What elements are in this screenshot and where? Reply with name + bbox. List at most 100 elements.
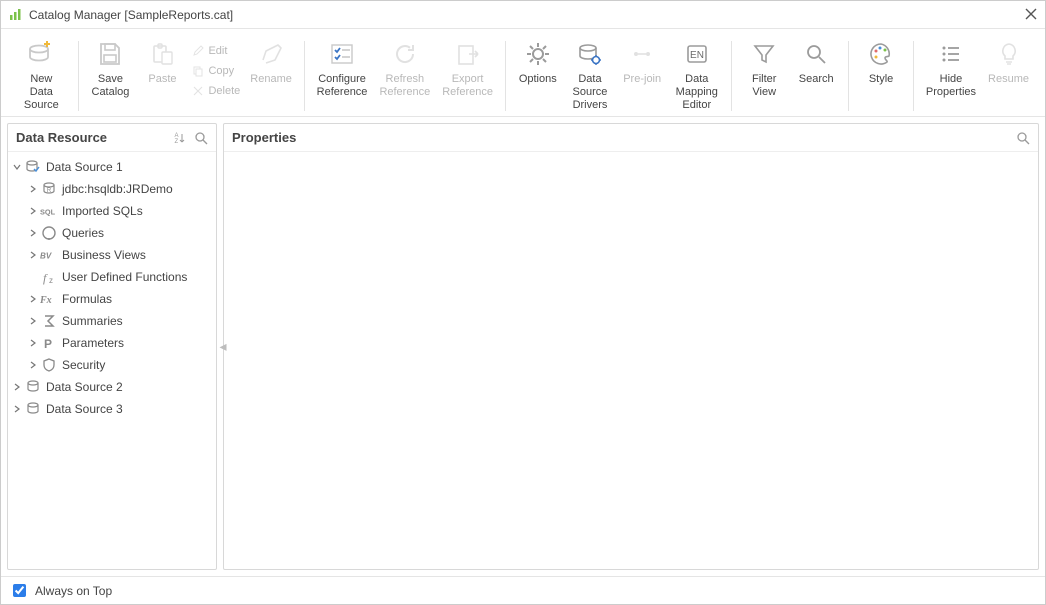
tree-node-summaries[interactable]: Summaries [8, 310, 216, 332]
configure-reference-button[interactable]: Configure Reference [311, 35, 374, 101]
expand-toggle[interactable] [26, 248, 40, 262]
rename-icon [256, 39, 286, 69]
properties-body [224, 152, 1038, 569]
filter-view-label: Filter View [752, 73, 776, 99]
mapping-icon: EN [682, 39, 712, 69]
tree-node-parameters[interactable]: P Parameters [8, 332, 216, 354]
filter-view-button[interactable]: Filter View [738, 35, 790, 101]
always-on-top-checkbox[interactable] [13, 584, 26, 597]
node-label: Business Views [62, 248, 146, 262]
export-icon [453, 39, 483, 69]
hide-properties-label: Hide Properties [926, 73, 976, 99]
data-source-drivers-button[interactable]: Data Source Drivers [564, 35, 616, 114]
svg-text:Z: Z [175, 139, 179, 145]
node-label: Data Source 2 [46, 380, 123, 394]
tree-node-queries[interactable]: Queries [8, 222, 216, 244]
node-label: Security [62, 358, 105, 372]
data-resource-title: Data Resource [16, 130, 166, 145]
delete-button: Delete [188, 81, 244, 101]
hide-properties-button[interactable]: Hide Properties [920, 35, 982, 101]
tree-node-security[interactable]: Security [8, 354, 216, 376]
expand-toggle[interactable] [26, 204, 40, 218]
new-data-source-button[interactable]: New Data Source [11, 35, 72, 114]
statusbar: Always on Top [1, 576, 1045, 604]
node-label: Formulas [62, 292, 112, 306]
save-icon [95, 39, 125, 69]
tree-node-user-defined-functions[interactable]: fz User Defined Functions [8, 266, 216, 288]
main-area: Data Resource A Z [1, 117, 1045, 576]
search-icon [801, 39, 831, 69]
gear-icon [523, 39, 553, 69]
edit-button: Edit [188, 41, 244, 61]
sort-button[interactable]: A Z [170, 129, 188, 147]
resource-tree[interactable]: Data Source 1 R jdbc:hsqldb:JRDemo SQL I… [8, 152, 216, 569]
svg-text:z: z [49, 276, 53, 285]
data-mapping-editor-label: Data Mapping Editor [674, 73, 719, 112]
tree-node-data-source-1[interactable]: Data Source 1 [8, 156, 216, 178]
edit-label: Edit [208, 45, 227, 57]
expand-toggle[interactable] [26, 336, 40, 350]
options-button[interactable]: Options [512, 35, 564, 88]
expand-toggle[interactable] [10, 160, 24, 174]
tree-node-business-views[interactable]: BV Business Views [8, 244, 216, 266]
toolbar: New Data Source Save Catalog [1, 29, 1045, 117]
jdbc-icon: R [40, 180, 58, 198]
save-catalog-button[interactable]: Save Catalog [84, 35, 136, 101]
checklist-icon [327, 39, 357, 69]
tree-node-data-source-3[interactable]: Data Source 3 [8, 398, 216, 420]
join-icon [627, 39, 657, 69]
refresh-icon [390, 39, 420, 69]
expand-toggle[interactable] [10, 380, 24, 394]
save-catalog-label: Save Catalog [92, 73, 130, 99]
panel-search-button[interactable] [192, 129, 210, 147]
svg-text:SQL: SQL [40, 207, 56, 216]
tree-node-formulas[interactable]: Fx Formulas [8, 288, 216, 310]
properties-panel: ◂ Properties [223, 123, 1039, 570]
sql-icon: SQL [40, 202, 58, 220]
funnel-icon [749, 39, 779, 69]
always-on-top-label[interactable]: Always on Top [35, 584, 112, 598]
export-reference-button: Export Reference [436, 35, 499, 101]
svg-text:BV: BV [40, 252, 52, 261]
paste-label: Paste [148, 73, 176, 86]
tree-node-data-source-2[interactable]: Data Source 2 [8, 376, 216, 398]
expand-toggle[interactable] [26, 358, 40, 372]
expand-toggle[interactable] [26, 292, 40, 306]
titlebar: Catalog Manager [SampleReports.cat] [1, 1, 1045, 29]
expand-toggle[interactable] [26, 226, 40, 240]
svg-text:R: R [47, 188, 52, 194]
delete-label: Delete [208, 85, 240, 97]
resume-label: Resume [988, 73, 1029, 86]
business-view-icon: BV [40, 246, 58, 264]
database-icon [24, 400, 42, 418]
paste-icon [147, 39, 177, 69]
node-label: jdbc:hsqldb:JRDemo [62, 182, 173, 196]
properties-search-button[interactable] [1014, 129, 1032, 147]
search-button[interactable]: Search [790, 35, 842, 88]
expand-toggle[interactable] [26, 314, 40, 328]
expand-toggle[interactable] [10, 402, 24, 416]
refresh-reference-label: Refresh Reference [379, 73, 430, 99]
properties-title: Properties [232, 130, 1010, 145]
search-label: Search [799, 73, 834, 86]
shield-icon [40, 356, 58, 374]
pre-join-button: Pre-join [616, 35, 668, 88]
data-mapping-editor-button[interactable]: EN Data Mapping Editor [668, 35, 725, 114]
function-icon: fz [40, 268, 58, 286]
tree-node-jdbc[interactable]: R jdbc:hsqldb:JRDemo [8, 178, 216, 200]
data-resource-panel: Data Resource A Z [7, 123, 217, 570]
expand-toggle[interactable] [26, 182, 40, 196]
lightbulb-icon [994, 39, 1024, 69]
style-button[interactable]: Style [855, 35, 907, 88]
options-label: Options [519, 73, 557, 86]
tree-node-imported-sqls[interactable]: SQL Imported SQLs [8, 200, 216, 222]
palette-icon [866, 39, 896, 69]
node-label: Imported SQLs [62, 204, 143, 218]
list-icon [936, 39, 966, 69]
node-label: Data Source 1 [46, 160, 123, 174]
close-button[interactable] [1017, 7, 1037, 23]
query-icon [40, 224, 58, 242]
svg-text:EN: EN [690, 50, 704, 61]
export-reference-label: Export Reference [442, 73, 493, 99]
sigma-icon [40, 312, 58, 330]
